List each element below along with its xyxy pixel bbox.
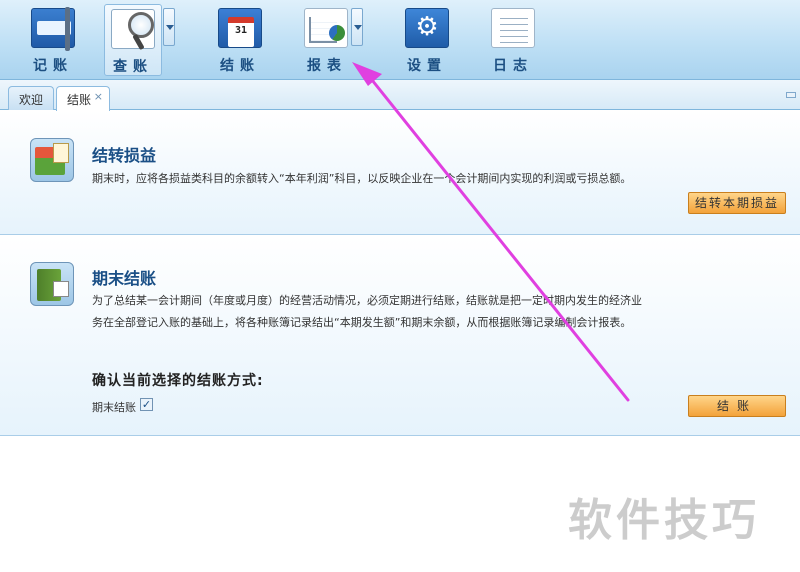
toolbar-log-button[interactable]: 日志 xyxy=(484,4,542,76)
tab-label: 欢迎 xyxy=(19,93,44,107)
calendar-icon: 31 xyxy=(218,8,262,48)
tab-closing[interactable]: 结账 × xyxy=(56,86,110,111)
calendar-date-number: 31 xyxy=(234,25,248,36)
ledger-icon xyxy=(31,7,75,51)
toolbar-label: 结账 xyxy=(220,58,260,74)
tab-label: 结账 xyxy=(67,93,92,107)
toolbar-query-button[interactable]: 查账 xyxy=(104,4,162,76)
toolbar-bookkeeping-button[interactable]: 记账 xyxy=(24,4,82,76)
gear-icon xyxy=(405,8,449,48)
toolbar-label: 查账 xyxy=(113,59,153,75)
watermark-text: 软件技巧 xyxy=(568,495,760,546)
section-description: 期末时，应将各损益类科目的余额转入“本年利润”科目，以反映企业在一个会计期间内实… xyxy=(92,172,632,185)
toolbar-closing-button[interactable]: 31 结账 xyxy=(211,4,269,76)
section-title: 结转损益 xyxy=(92,146,157,165)
query-dropdown-arrow[interactable] xyxy=(163,8,175,46)
transfer-profit-loss-button[interactable]: 结转本期损益 xyxy=(688,192,786,214)
toolbar-label: 日志 xyxy=(493,58,533,74)
close-books-button[interactable]: 结账 xyxy=(688,395,786,417)
log-icon xyxy=(491,8,535,48)
profit-loss-chart-icon xyxy=(30,138,74,182)
close-icon[interactable]: × xyxy=(94,90,103,103)
tab-welcome[interactable]: 欢迎 xyxy=(8,86,54,110)
closing-book-icon xyxy=(30,262,74,306)
toolbar-report-button[interactable]: 报表 xyxy=(298,4,356,76)
toolbar-label: 报表 xyxy=(307,58,347,74)
toolbar-settings-button[interactable]: 设置 xyxy=(398,4,456,76)
confirm-method-title: 确认当前选择的结账方式: xyxy=(92,373,264,389)
period-end-closing-label: 期末结账 xyxy=(92,401,136,414)
period-end-closing-checkbox[interactable]: ✓ xyxy=(140,398,153,411)
section-description-line: 务在全部登记入账的基础上，将各种账簿记录结出“本期发生额”和期末余额，从而根据账… xyxy=(92,316,632,329)
section-title: 期末结账 xyxy=(92,269,157,288)
search-icon xyxy=(111,9,155,49)
toolbar-label: 设置 xyxy=(407,58,447,74)
tabbar-collapse-handle[interactable] xyxy=(786,92,796,98)
section-description-line: 为了总结某一会计期间（年度或月度）的经营活动情况，必须定期进行结账，结账就是把一… xyxy=(92,294,642,307)
main-toolbar: 记账 查账 31 结账 报表 设置 日志 xyxy=(0,0,800,80)
report-chart-icon xyxy=(304,8,348,48)
tab-bar: 欢迎 结账 × xyxy=(0,80,800,111)
report-dropdown-arrow[interactable] xyxy=(351,8,363,46)
toolbar-label: 记账 xyxy=(33,58,73,74)
